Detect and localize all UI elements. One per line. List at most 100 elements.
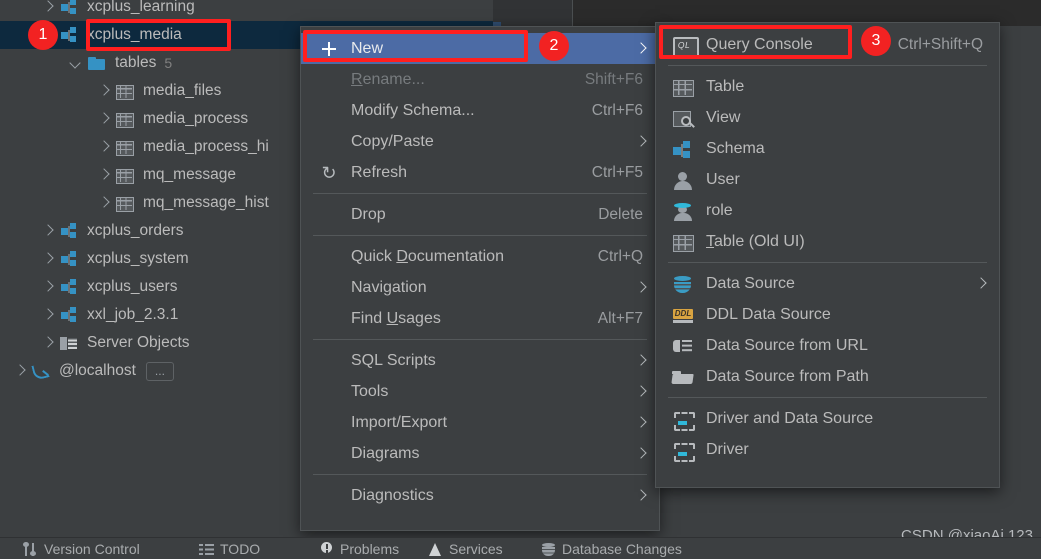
menu-item-view[interactable]: View (656, 102, 999, 133)
folder-icon (87, 54, 107, 72)
tree-item-label: mq_message (143, 166, 237, 183)
new-submenu[interactable]: QL Query Console Ctrl+Shift+Q Table View Sche… (655, 22, 1000, 488)
tree-item-label: media_files (143, 82, 222, 99)
menu-item-shortcut: Delete (598, 205, 643, 223)
menu-item-label: View (706, 108, 741, 126)
chevron-right-icon[interactable] (40, 307, 56, 323)
menu-separator (313, 235, 647, 236)
menu-item-modify-schema[interactable]: Modify Schema... Ctrl+F6 (301, 95, 659, 126)
menu-item-label: Find Usages (351, 309, 441, 327)
menu-item-icon-placeholder (315, 132, 343, 152)
menu-item-label: DDL Data Source (706, 305, 831, 323)
tab-segment-left (493, 0, 573, 26)
menu-item-label: Data Source from URL (706, 336, 868, 354)
menu-item-diagrams[interactable]: Diagrams (301, 438, 659, 469)
annotation-box-1 (86, 19, 231, 51)
menu-item-schema[interactable]: Schema (656, 133, 999, 164)
status-bar-item-database-changes[interactable]: Database Changes (540, 541, 682, 557)
menu-item-driver[interactable]: Driver (656, 434, 999, 465)
menu-item-drop[interactable]: Drop Delete (301, 199, 659, 230)
menu-item-copy-paste[interactable]: Copy/Paste (301, 126, 659, 157)
menu-item-label: Table (706, 77, 745, 95)
chevron-right-icon[interactable] (40, 223, 56, 239)
menu-item-data-source-from-url[interactable]: Data Source from URL (656, 330, 999, 361)
menu-item-ddl-data-source[interactable]: DDL DDL Data Source (656, 299, 999, 330)
tree-item-label: media_process_hi (143, 138, 269, 155)
database-changes-icon (540, 542, 557, 557)
menu-item-label: Quick Documentation (351, 247, 504, 265)
chevron-right-icon[interactable] (12, 363, 28, 379)
chevron-right-icon[interactable] (96, 195, 112, 211)
chevron-right-icon[interactable] (40, 0, 56, 15)
table-icon (115, 166, 135, 184)
chevron-right-icon[interactable] (40, 335, 56, 351)
menu-item-icon-placeholder (315, 247, 343, 267)
menu-item-icon-placeholder (315, 382, 343, 402)
chevron-right-icon[interactable] (96, 111, 112, 127)
menu-item-role[interactable]: role (656, 195, 999, 226)
menu-item-shortcut: Ctrl+F6 (591, 101, 643, 119)
chevron-right-icon[interactable] (40, 279, 56, 295)
menu-item-table-old-ui[interactable]: Table (Old UI) (656, 226, 999, 257)
chevron-down-icon[interactable] (68, 55, 84, 71)
table-icon (115, 82, 135, 100)
annotation-badge-3: 3 (861, 26, 891, 56)
menu-separator (313, 474, 647, 475)
menu-item-sql-scripts[interactable]: SQL Scripts (301, 345, 659, 376)
user-icon (670, 170, 698, 190)
status-bar-item-version-control[interactable]: Version Control (22, 541, 140, 557)
status-bar-item-todo[interactable]: TODO (198, 541, 260, 557)
chevron-right-icon[interactable] (40, 251, 56, 267)
menu-item-diagnostics[interactable]: Diagnostics (301, 480, 659, 511)
menu-item-driver-and-data-source[interactable]: Driver and Data Source (656, 403, 999, 434)
menu-item-icon-placeholder (315, 101, 343, 121)
menu-item-shortcut: Ctrl+F5 (591, 163, 643, 181)
menu-item-table[interactable]: Table (656, 71, 999, 102)
version-control-icon (22, 541, 39, 557)
status-bar-item-services[interactable]: Services (427, 541, 503, 557)
menu-item-label: Navigation (351, 278, 427, 296)
driver-icon (670, 440, 698, 462)
status-bar[interactable]: Version Control TODO Problems Services Datab… (0, 538, 1041, 559)
problems-icon (318, 541, 335, 557)
ddl-icon: DDL (670, 305, 698, 325)
annotation-badge-1: 1 (28, 20, 58, 50)
tree-item-more-chip[interactable]: ... (145, 361, 174, 381)
menu-item-data-source-from-path[interactable]: Data Source from Path (656, 361, 999, 392)
chevron-right-icon[interactable] (96, 139, 112, 155)
annotation-badge-2: 2 (539, 31, 569, 61)
menu-item-navigation[interactable]: Navigation (301, 272, 659, 303)
menu-item-quick-documentation[interactable]: Quick Documentation Ctrl+Q (301, 241, 659, 272)
tree-row-xcplus-learning[interactable]: xcplus_learning (0, 0, 493, 21)
menu-item-label: SQL Scripts (351, 351, 436, 369)
menu-item-label: User (706, 170, 740, 188)
menu-item-icon-placeholder (315, 444, 343, 464)
menu-item-find-usages[interactable]: Find Usages Alt+F7 (301, 303, 659, 334)
menu-item-icon-placeholder (315, 351, 343, 371)
menu-item-refresh[interactable]: ↻ Refresh Ctrl+F5 (301, 157, 659, 188)
schema-icon (670, 139, 698, 159)
tree-item-label: xcplus_users (87, 278, 178, 295)
menu-item-icon-placeholder (315, 486, 343, 506)
chevron-right-icon[interactable] (96, 167, 112, 183)
status-bar-item-label: TODO (220, 541, 261, 557)
tree-item-label: xcplus_learning (87, 0, 195, 15)
schema-icon (59, 278, 79, 296)
tree-item-label: xcplus_system (87, 250, 189, 267)
tree-item-label: Server Objects (87, 334, 190, 351)
menu-item-label: Data Source (706, 274, 795, 292)
menu-item-import-export[interactable]: Import/Export (301, 407, 659, 438)
menu-item-tools[interactable]: Tools (301, 376, 659, 407)
menu-item-user[interactable]: User (656, 164, 999, 195)
menu-item-rename[interactable]: Rename... Shift+F6 (301, 64, 659, 95)
tree-item-label: xxl_job_2.3.1 (87, 306, 179, 323)
status-bar-item-label: Version Control (44, 541, 140, 557)
chevron-right-icon[interactable] (96, 83, 112, 99)
context-menu[interactable]: New Rename... Shift+F6 Modify Schema... Ctrl… (300, 26, 660, 531)
schema-icon (59, 26, 79, 44)
status-bar-item-problems[interactable]: Problems (318, 541, 399, 557)
menu-separator (313, 339, 647, 340)
server-objects-icon (59, 334, 79, 352)
menu-item-shortcut: Shift+F6 (584, 70, 643, 88)
menu-item-data-source[interactable]: Data Source (656, 268, 999, 299)
